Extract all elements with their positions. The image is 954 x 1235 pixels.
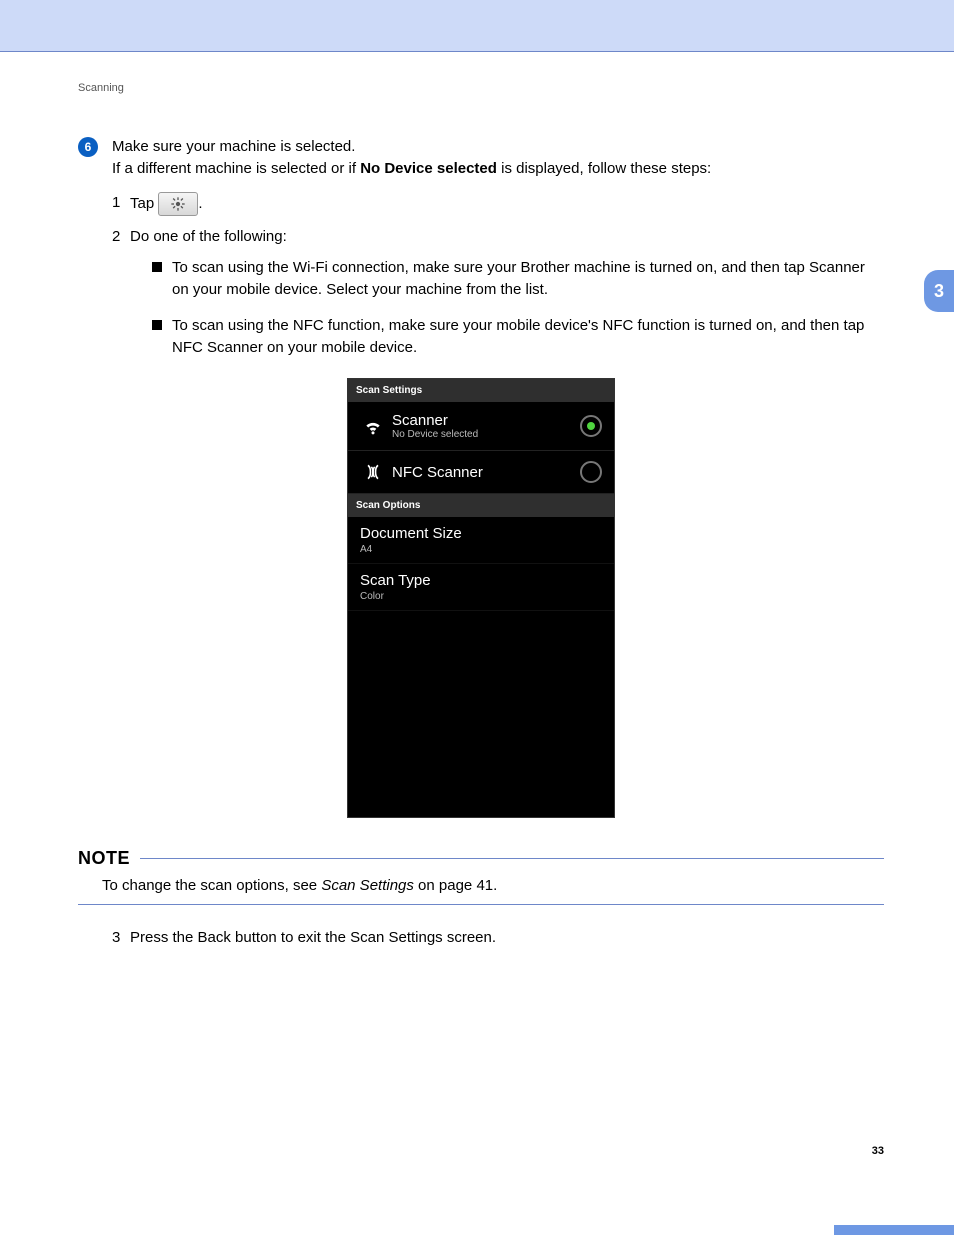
- radio-selected-icon[interactable]: [580, 415, 602, 437]
- sub-text-2: Do one of the following:: [130, 226, 884, 248]
- gear-icon: [158, 192, 198, 216]
- phone-scantype-val: Color: [360, 591, 602, 602]
- bullet-2: To scan using the NFC function, make sur…: [152, 315, 884, 359]
- note-head: NOTE: [78, 848, 884, 869]
- step-line2a: If a different machine is selected or if: [112, 160, 360, 177]
- sub-text-3: Press the Back button to exit the Scan S…: [130, 927, 884, 949]
- bullet-2-text: To scan using the NFC function, make sur…: [172, 315, 884, 359]
- phone-opt-scantype[interactable]: Scan Type Color: [348, 564, 614, 611]
- b1b: Scanner: [809, 259, 865, 276]
- phone-row-nfc[interactable]: NFC Scanner: [348, 451, 614, 494]
- phone-section-scan-settings: Scan Settings: [348, 379, 614, 402]
- phone-scanner-sub: No Device selected: [392, 429, 580, 440]
- phone-scanner-title: Scanner: [392, 412, 580, 429]
- b2b: NFC Scanner: [172, 339, 263, 356]
- page-number: 33: [872, 1145, 884, 1157]
- note-body-b: on page 41.: [414, 877, 497, 894]
- phone-docsize-title: Document Size: [360, 525, 602, 542]
- phone-scantype-title: Scan Type: [360, 572, 602, 589]
- sub-num-2: 2: [112, 226, 130, 248]
- sub1-a: Tap: [130, 194, 158, 211]
- b2c: on your mobile device.: [263, 339, 417, 356]
- header-band: [0, 0, 954, 52]
- step-line1: Make sure your machine is selected.: [112, 138, 355, 155]
- sub-list: 1 Tap . 2 Do one of the following:: [112, 192, 884, 248]
- sub-num-1: 1: [112, 192, 130, 214]
- note-body-a: To change the scan options, see: [102, 877, 321, 894]
- phone-nfc-title: NFC Scanner: [392, 464, 580, 481]
- square-bullet-icon: [152, 262, 162, 272]
- note-label: NOTE: [78, 848, 130, 869]
- square-bullet-icon: [152, 320, 162, 330]
- step-6: 6 Make sure your machine is selected. If…: [78, 136, 884, 180]
- sub1-b: .: [198, 194, 202, 211]
- phone-screen: Scan Settings Scanner No Device selected…: [347, 378, 615, 818]
- phone-scanner-labels: Scanner No Device selected: [386, 412, 580, 440]
- bullet-1-text: To scan using the Wi-Fi connection, make…: [172, 257, 884, 301]
- note-rule-top: [140, 858, 884, 859]
- sub-text-1: Tap .: [130, 192, 884, 216]
- sub-num-3: 3: [112, 927, 130, 949]
- step-line2-bold: No Device selected: [360, 160, 497, 177]
- phone-docsize-val: A4: [360, 544, 602, 555]
- footer-accent: [834, 1225, 954, 1235]
- phone-opt-docsize[interactable]: Document Size A4: [348, 517, 614, 564]
- bullet-1: To scan using the Wi-Fi connection, make…: [152, 257, 884, 301]
- bullet-list: To scan using the Wi-Fi connection, make…: [152, 257, 884, 358]
- phone-row-scanner[interactable]: Scanner No Device selected: [348, 402, 614, 451]
- b1c: on your mobile device. Select your machi…: [172, 281, 548, 298]
- b2a: To scan using the NFC function, make sur…: [172, 317, 864, 334]
- sub-item-2: 2 Do one of the following:: [112, 226, 884, 248]
- wifi-icon: [360, 416, 386, 436]
- radio-unselected-icon[interactable]: [580, 461, 602, 483]
- note-body: To change the scan options, see Scan Set…: [78, 869, 884, 905]
- note-block: NOTE To change the scan options, see Sca…: [78, 848, 884, 905]
- step-line2c: is displayed, follow these steps:: [497, 160, 711, 177]
- note-body-ital: Scan Settings: [321, 877, 414, 894]
- phone-section-scan-options: Scan Options: [348, 494, 614, 517]
- phone-screenshot: Scan Settings Scanner No Device selected…: [78, 378, 884, 818]
- b1a: To scan using the Wi-Fi connection, make…: [172, 259, 809, 276]
- step-number-bullet: 6: [78, 137, 98, 157]
- nfc-icon: [360, 462, 386, 482]
- sub-item-1: 1 Tap .: [112, 192, 884, 216]
- sub-list-after-note: 3 Press the Back button to exit the Scan…: [112, 927, 884, 949]
- step-body: Make sure your machine is selected. If a…: [112, 136, 711, 180]
- running-head: Scanning: [78, 82, 884, 94]
- phone-nfc-labels: NFC Scanner: [386, 464, 580, 481]
- page-content: Scanning 6 Make sure your machine is sel…: [0, 52, 954, 949]
- sub-item-3: 3 Press the Back button to exit the Scan…: [112, 927, 884, 949]
